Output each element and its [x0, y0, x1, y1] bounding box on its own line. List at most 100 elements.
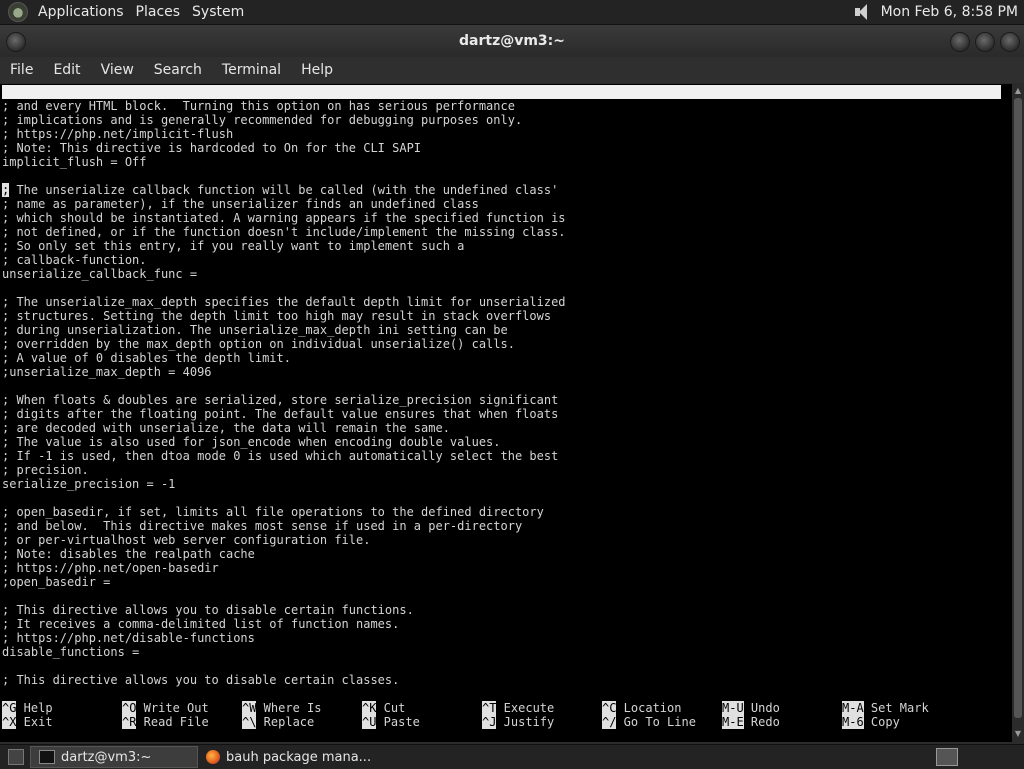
file-line[interactable]: serialize_precision = -1 [2, 477, 1010, 491]
shortcut-label: Undo [743, 701, 780, 715]
shortcut-label: Location [616, 701, 682, 715]
shortcut-key: ^C [602, 701, 617, 715]
file-line[interactable]: ; It receives a comma-delimited list of … [2, 617, 1010, 631]
file-line[interactable]: ; This directive allows you to disable c… [2, 603, 1010, 617]
file-line[interactable]: ; When floats & doubles are serialized, … [2, 393, 1010, 407]
file-line[interactable]: ; callback-function. [2, 253, 1010, 267]
file-line[interactable] [2, 281, 1010, 295]
file-line[interactable]: ; This directive allows you to disable c… [2, 673, 1010, 687]
terminal-scrollbar[interactable]: ▲ ▼ [1012, 84, 1024, 742]
menu-terminal[interactable]: Terminal [212, 62, 291, 78]
shortcut-item[interactable]: ^R Read File [122, 715, 209, 729]
file-line[interactable] [2, 169, 1010, 183]
file-line[interactable]: ;open_basedir = [2, 575, 1010, 589]
bottom-taskbar: dartz@vm3:~ bauh package mana... [0, 744, 1024, 769]
maximize-button[interactable] [975, 32, 995, 52]
panel-menu-places[interactable]: Places [130, 4, 187, 20]
panel-menu-applications[interactable]: Applications [32, 4, 130, 20]
file-line[interactable] [2, 659, 1010, 673]
scroll-up-arrow-icon[interactable]: ▲ [1014, 87, 1022, 95]
file-line[interactable]: ; not defined, or if the function doesn'… [2, 225, 1010, 239]
panel-menu-system[interactable]: System [186, 4, 250, 20]
file-line[interactable]: ; https://php.net/disable-functions [2, 631, 1010, 645]
gnome-foot-icon[interactable] [8, 2, 28, 22]
file-line[interactable]: ; The unserialize_max_depth specifies th… [2, 295, 1010, 309]
terminal-icon [39, 750, 55, 764]
task-firefox[interactable]: bauh package mana... [198, 747, 379, 767]
file-line[interactable]: ; The unserialize callback function will… [2, 183, 1010, 197]
file-line[interactable] [2, 589, 1010, 603]
file-line[interactable]: ; structures. Setting the depth limit to… [2, 309, 1010, 323]
file-line[interactable]: ; name as parameter), if the unserialize… [2, 197, 1010, 211]
file-line[interactable]: disable_functions = [2, 645, 1010, 659]
file-line[interactable]: ; https://php.net/implicit-flush [2, 127, 1010, 141]
menu-help[interactable]: Help [291, 62, 343, 78]
file-line[interactable]: ; open_basedir, if set, limits all file … [2, 505, 1010, 519]
menu-edit[interactable]: Edit [43, 62, 90, 78]
file-line[interactable] [2, 379, 1010, 393]
file-line[interactable]: ; and below. This directive makes most s… [2, 519, 1010, 533]
file-line[interactable] [2, 491, 1010, 505]
workspace-switcher[interactable] [936, 748, 958, 766]
file-line[interactable]: unserialize_callback_func = [2, 267, 1010, 281]
file-line[interactable]: ; A value of 0 disables the depth limit. [2, 351, 1010, 365]
shortcut-item[interactable]: ^T Execute [482, 701, 554, 715]
file-line[interactable]: ; The value is also used for json_encode… [2, 435, 1010, 449]
shortcut-label: Where Is [256, 701, 322, 715]
scroll-down-arrow-icon[interactable]: ▼ [1014, 730, 1022, 738]
shortcut-row-2: ^X Exit ^R Read File ^\ Replace ^U Paste ^J … [2, 715, 1010, 729]
shortcut-row-1: ^G Help ^O Write Out ^W Where Is ^K Cut ^T E… [2, 701, 1010, 715]
file-line[interactable]: ; If -1 is used, then dtoa mode 0 is use… [2, 449, 1010, 463]
window-menu-button[interactable] [6, 32, 26, 52]
shortcut-item[interactable]: M-U Undo [722, 701, 780, 715]
shortcut-key: ^R [122, 715, 137, 729]
file-line[interactable]: ; https://php.net/open-basedir [2, 561, 1010, 575]
clock[interactable]: Mon Feb 6, 8:58 PM [881, 4, 1018, 20]
file-line[interactable]: ; Note: This directive is hardcoded to O… [2, 141, 1010, 155]
minimize-button[interactable] [950, 32, 970, 52]
file-line[interactable]: ; are decoded with unserialize, the data… [2, 421, 1010, 435]
show-desktop-icon[interactable] [8, 749, 24, 765]
shortcut-item[interactable]: ^/ Go To Line [602, 715, 696, 729]
file-line[interactable]: ; So only set this entry, if you really … [2, 239, 1010, 253]
shortcut-label: Set Mark [863, 701, 929, 715]
file-line[interactable]: ; implications and is generally recommen… [2, 113, 1010, 127]
shortcut-item[interactable]: ^J Justify [482, 715, 554, 729]
scroll-thumb[interactable] [1014, 98, 1022, 718]
task-terminal[interactable]: dartz@vm3:~ [30, 746, 198, 768]
file-line[interactable]: ; overridden by the max_depth option on … [2, 337, 1010, 351]
shortcut-item[interactable]: M-E Redo [722, 715, 780, 729]
shortcut-item[interactable]: ^G Help [2, 701, 53, 715]
line-text: The unserialize callback function will b… [9, 183, 559, 197]
menu-file[interactable]: File [0, 62, 43, 78]
shortcut-item[interactable]: ^C Location [602, 701, 681, 715]
file-line[interactable]: ; and every HTML block. Turning this opt… [2, 99, 1010, 113]
file-line[interactable]: implicit_flush = Off [2, 155, 1010, 169]
shortcut-item[interactable]: ^U Paste [362, 715, 420, 729]
shortcut-item[interactable]: M-A Set Mark [842, 701, 929, 715]
shortcut-item[interactable]: ^O Write Out [122, 701, 209, 715]
file-content[interactable]: ; and every HTML block. Turning this opt… [2, 99, 1010, 687]
shortcut-item[interactable]: ^\ Replace [242, 715, 314, 729]
terminal-area[interactable]: GNU nano 7.2 /etc/php/php.ini ; and ever… [0, 84, 1012, 742]
file-line[interactable]: ; which should be instantiated. A warnin… [2, 211, 1010, 225]
file-line[interactable]: ; Note: disables the realpath cache [2, 547, 1010, 561]
file-line[interactable]: ; digits after the floating point. The d… [2, 407, 1010, 421]
close-button[interactable] [1000, 32, 1020, 52]
shortcut-item[interactable]: ^K Cut [362, 701, 405, 715]
shortcut-item[interactable]: ^W Where Is [242, 701, 321, 715]
window-title: dartz@vm3:~ [459, 33, 565, 49]
task-label: dartz@vm3:~ [61, 749, 152, 765]
menu-view[interactable]: View [91, 62, 144, 78]
menu-search[interactable]: Search [144, 62, 212, 78]
shortcut-item[interactable]: M-6 Copy [842, 715, 900, 729]
file-line[interactable]: ;unserialize_max_depth = 4096 [2, 365, 1010, 379]
volume-icon[interactable] [853, 4, 873, 20]
file-line[interactable]: ; or per-virtualhost web server configur… [2, 533, 1010, 547]
file-line[interactable]: ; precision. [2, 463, 1010, 477]
window-titlebar[interactable]: dartz@vm3:~ [0, 25, 1024, 57]
shortcut-item[interactable]: ^X Exit [2, 715, 53, 729]
file-line[interactable]: ; during unserialization. The unserializ… [2, 323, 1010, 337]
nano-header: GNU nano 7.2 /etc/php/php.ini [2, 85, 1001, 127]
shortcut-label: Execute [496, 701, 555, 715]
